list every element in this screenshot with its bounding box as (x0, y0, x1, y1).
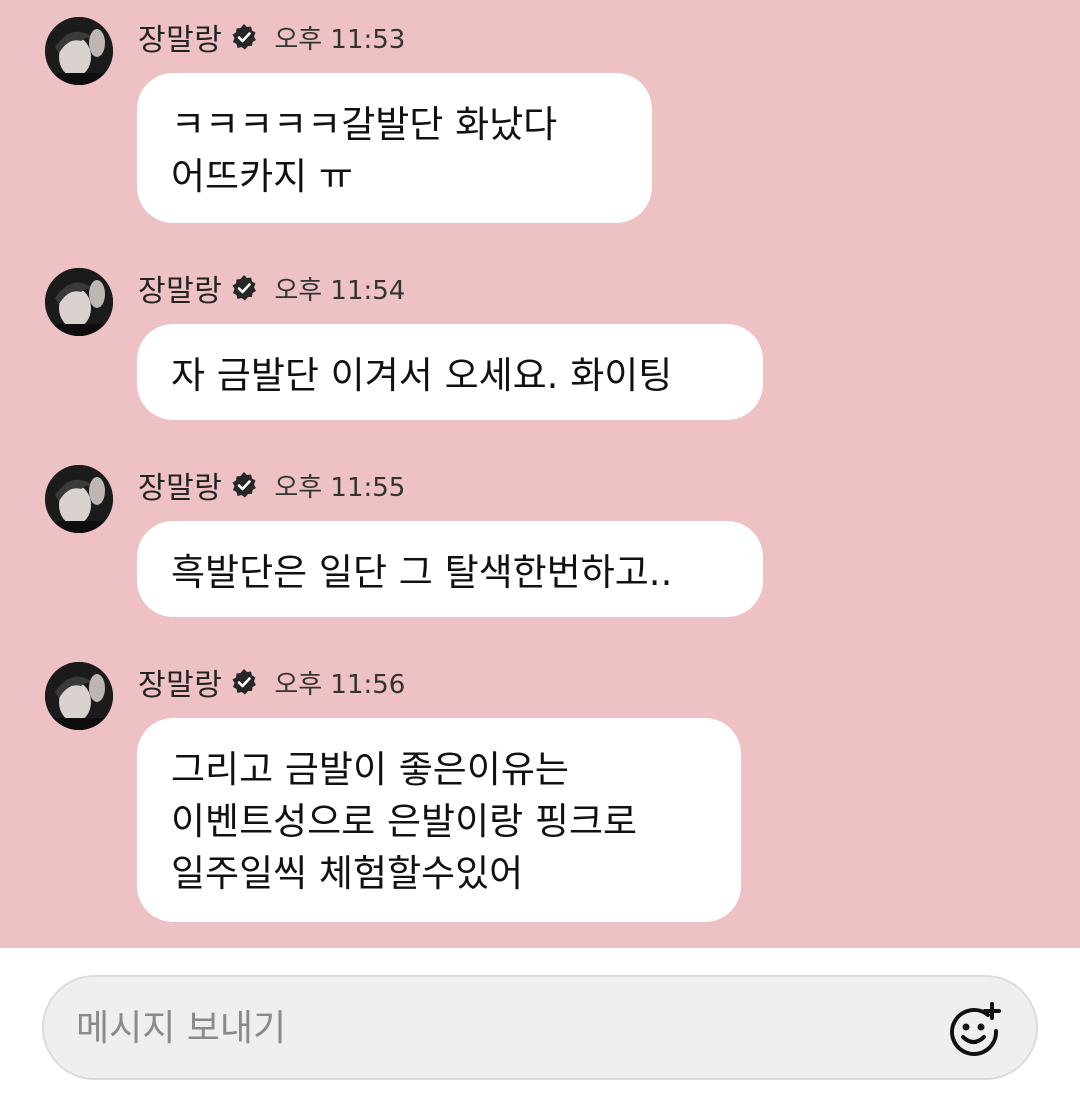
message-bubble[interactable]: 그리고 금발이 좋은이유는 이벤트성으로 은발이랑 핑크로 일주일씩 체험할수있… (137, 718, 741, 922)
message-bubble[interactable]: ㅋㅋㅋㅋㅋ갈발단 화났다 어뜨카지 ㅠ (137, 73, 652, 223)
timestamp: 오후 11:53 (274, 24, 406, 55)
avatar-image (45, 662, 113, 730)
add-emoji-icon[interactable] (946, 1001, 1002, 1057)
message-input[interactable] (74, 977, 938, 1080)
verified-badge-icon (230, 23, 258, 51)
message-header: 장말랑 오후 11:54 (138, 266, 406, 310)
avatar[interactable] (45, 465, 113, 533)
sender-name[interactable]: 장말랑 (138, 15, 222, 59)
message-header: 장말랑 오후 11:53 (138, 15, 406, 59)
message-header: 장말랑 오후 11:56 (138, 660, 406, 704)
chat-area[interactable]: 장말랑 오후 11:53 ㅋㅋㅋㅋㅋ갈발단 화났다 어뜨카지 ㅠ 장말랑 오후 … (0, 0, 1080, 948)
timestamp: 오후 11:54 (274, 275, 406, 306)
avatar[interactable] (45, 17, 113, 85)
message-header: 장말랑 오후 11:55 (138, 463, 406, 507)
message-bubble[interactable]: 흑발단은 일단 그 탈색한번하고.. (137, 521, 763, 617)
verified-badge-icon (230, 471, 258, 499)
timestamp: 오후 11:55 (274, 472, 406, 503)
message-bubble[interactable]: 자 금발단 이겨서 오세요. 화이팅 (137, 324, 763, 420)
sender-name[interactable]: 장말랑 (138, 660, 222, 704)
avatar-image (45, 17, 113, 85)
verified-badge-icon (230, 274, 258, 302)
avatar-image (45, 465, 113, 533)
avatar[interactable] (45, 662, 113, 730)
message-composer (42, 975, 1038, 1080)
avatar[interactable] (45, 268, 113, 336)
timestamp: 오후 11:56 (274, 669, 406, 700)
sender-name[interactable]: 장말랑 (138, 463, 222, 507)
avatar-image (45, 268, 113, 336)
sender-name[interactable]: 장말랑 (138, 266, 222, 310)
verified-badge-icon (230, 668, 258, 696)
